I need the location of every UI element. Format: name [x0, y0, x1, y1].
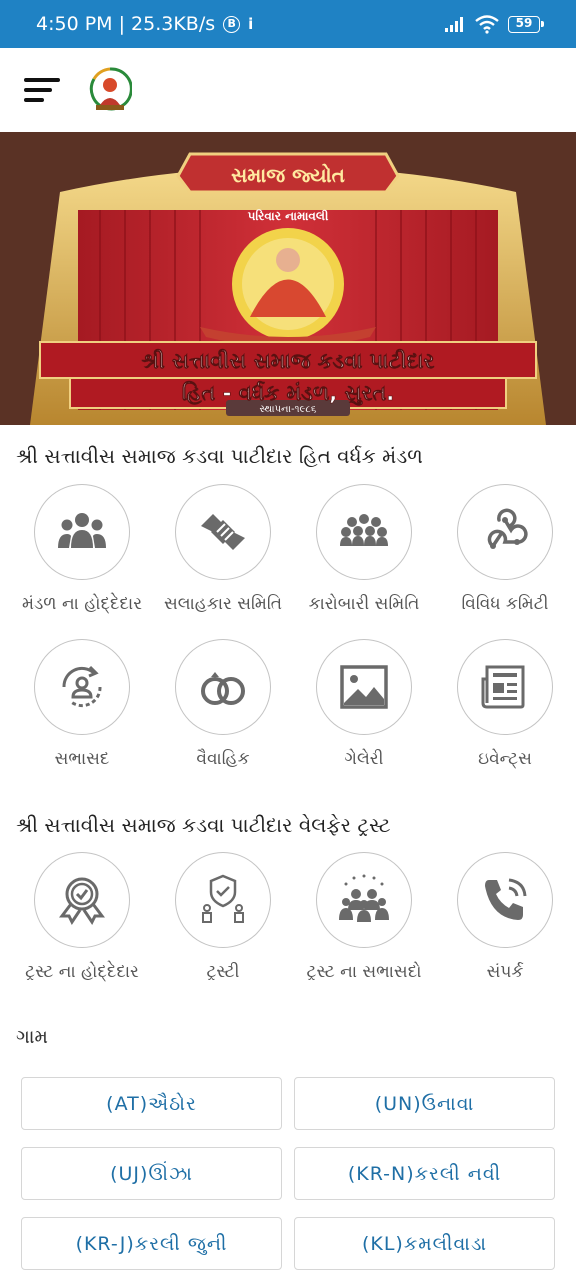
- grid-label: સંપર્ક: [486, 962, 524, 982]
- mandal-section-title: શ્રી સત્તાવીસ સમાજ કડવા પાટીદાર હિત વર્ધ…: [16, 444, 423, 468]
- status-left: 4:50 PM | 25.3KB/s B i: [36, 13, 444, 35]
- members-circle[interactable]: [34, 639, 130, 735]
- trust-members-circle[interactable]: [316, 852, 412, 948]
- banner-subtitle: પરિવાર નામાવલી: [248, 208, 329, 223]
- contact-circle[interactable]: [457, 852, 553, 948]
- rings-icon: [201, 672, 245, 705]
- grid-label: વૈવાહિક: [196, 749, 250, 769]
- grid-label: ટ્રસ્ટ ના સભાસદો: [306, 962, 422, 982]
- b-badge-icon: B: [223, 15, 241, 33]
- users-group-icon: [58, 513, 106, 548]
- village-button-kr-j[interactable]: (KR-J)કરલી જુની: [21, 1217, 282, 1270]
- signal-icon: [445, 17, 463, 32]
- grid-label: ગેલેરી: [344, 749, 384, 769]
- grid-item-executive-committee[interactable]: કારોબારી સમિતિ: [292, 484, 436, 614]
- village-section-title: ગામ: [16, 1026, 48, 1048]
- grid-item-matrimonial[interactable]: વૈવાહિક: [151, 639, 295, 769]
- banner-top-title: સમાજ જ્યોત: [231, 163, 345, 187]
- banner-line1: શ્રી સત્તાવીસ સમાજ કડવા પાટીદાર: [142, 349, 435, 373]
- grid-label: ટ્રસ્ટી: [206, 962, 240, 982]
- village-button-un[interactable]: (UN)ઉનાવા: [294, 1077, 555, 1130]
- status-time-speed: 4:50 PM | 25.3KB/s: [36, 13, 216, 35]
- info-icon: i: [248, 15, 254, 33]
- wifi-icon: [475, 15, 499, 34]
- executive-circle[interactable]: [316, 484, 412, 580]
- grid-label: કારોબારી સમિતિ: [308, 594, 420, 614]
- grid-label: વિવિધ કમિટી: [461, 594, 549, 614]
- grid-label: સલાહકાર સમિતિ: [164, 594, 282, 614]
- grid-label: સભાસદ: [54, 749, 110, 769]
- office-bearers-circle[interactable]: [34, 484, 130, 580]
- village-button-kl[interactable]: (KL)કમલીવાડા: [294, 1217, 555, 1270]
- user-cycle-icon: [62, 665, 102, 708]
- events-circle[interactable]: [457, 639, 553, 735]
- grid-item-advisory-committee[interactable]: સલાહકાર સમિતિ: [151, 484, 295, 614]
- status-right: 59: [444, 14, 544, 34]
- advisory-circle[interactable]: [175, 484, 271, 580]
- grid-item-events[interactable]: ઇવેન્ટ્સ: [433, 639, 576, 769]
- village-button-uj[interactable]: (UJ)ઊંઝા: [21, 1147, 282, 1200]
- grid-item-contact[interactable]: સંપર્ક: [433, 852, 576, 982]
- grid-item-members[interactable]: સભાસદ: [10, 639, 154, 769]
- status-bar: 4:50 PM | 25.3KB/s B i 59: [0, 0, 576, 48]
- matrimonial-circle[interactable]: [175, 639, 271, 735]
- menu-icon[interactable]: [24, 75, 60, 105]
- phone-call-icon: [485, 878, 527, 920]
- handshake-icon: [201, 514, 245, 550]
- trust-office-circle[interactable]: [34, 852, 130, 948]
- grid-label: ટ્રસ્ટ ના હોદ્દેદાર: [25, 962, 139, 982]
- trust-section-title: શ્રી સત્તાવીસ સમાજ કડવા પાટીદાર વેલફેર ટ…: [16, 813, 391, 837]
- grid-item-various-committee[interactable]: વિવિધ કમિટી: [433, 484, 576, 614]
- image-gallery-icon: [340, 665, 388, 709]
- grid-item-trustee[interactable]: ટ્રસ્ટી: [151, 852, 295, 982]
- app-logo: [89, 67, 132, 111]
- battery-icon: 59: [508, 15, 544, 33]
- gallery-circle[interactable]: [316, 639, 412, 735]
- award-badge-icon: [59, 877, 105, 925]
- banner-line2: હિત - વર્ધક મંડળ, સુરત.: [182, 381, 395, 406]
- hero-banner: સમાજ જ્યોત પરિવાર નામાવલી શ્રી સત્તાવીસ …: [0, 132, 576, 425]
- grid-item-trust-office-bearers[interactable]: ટ્રસ્ટ ના હોદ્દેદાર: [10, 852, 154, 982]
- app-bar: [0, 48, 576, 132]
- trustee-circle[interactable]: [175, 852, 271, 948]
- village-button-at[interactable]: (AT)ઐઠોર: [21, 1077, 282, 1130]
- banner-founded: સ્થાપના-૧૯૮૬: [260, 404, 317, 415]
- village-button-kr-n[interactable]: (KR-N)કરલી નવી: [294, 1147, 555, 1200]
- crowd-icon: [340, 514, 388, 546]
- grid-label: ઇવેન્ટ્સ: [478, 749, 532, 769]
- shield-people-icon: [202, 874, 244, 923]
- newspaper-icon: [481, 665, 525, 709]
- various-circle[interactable]: [457, 484, 553, 580]
- grid-label: મંડળ ના હોદ્દેદાર: [21, 594, 143, 614]
- grid-item-trust-members[interactable]: ટ્રસ્ટ ના સભાસદો: [292, 852, 436, 982]
- grid-item-gallery[interactable]: ગેલેરી: [292, 639, 436, 769]
- grid-item-mandal-office-bearers[interactable]: મંડળ ના હોદ્દેદાર: [10, 484, 154, 614]
- webhook-icon: [487, 508, 528, 549]
- audience-icon: [339, 874, 389, 922]
- banner-artwork: સમાજ જ્યોત પરિવાર નામાવલી શ્રી સત્તાવીસ …: [0, 132, 576, 425]
